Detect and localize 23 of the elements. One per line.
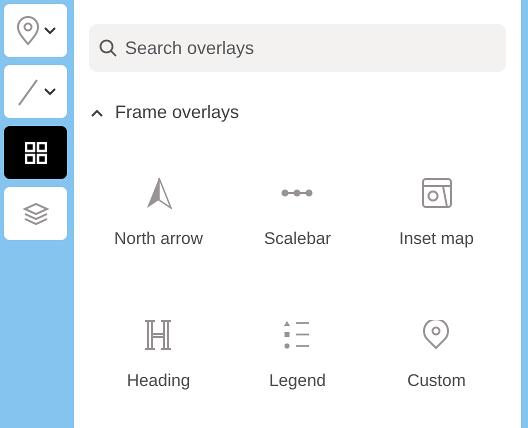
caret-icon: [44, 26, 56, 34]
overlay-item[interactable]: Custom: [407, 289, 466, 391]
line-icon: [16, 76, 40, 106]
overlay-item[interactable]: Legend: [269, 289, 326, 391]
caret-icon: [91, 108, 103, 116]
layers-icon: [22, 202, 48, 226]
overlay-item[interactable]: Inset map: [399, 147, 474, 249]
overlay-item[interactable]: Scalebar: [264, 147, 332, 249]
overlay-item[interactable]: Heading: [126, 289, 190, 391]
tool-button[interactable]: [4, 126, 67, 179]
legend-icon: [284, 320, 310, 350]
inset-map-icon: [420, 177, 452, 209]
grid-icon: [24, 142, 46, 164]
search-icon: [99, 39, 117, 57]
north-arrow-icon: [146, 177, 172, 209]
caret-icon: [44, 88, 56, 96]
map-pin-icon: [16, 16, 40, 46]
heading-icon: [143, 319, 174, 351]
search-field[interactable]: Search overlays: [89, 24, 506, 72]
overlay-item[interactable]: North arrow: [114, 147, 203, 249]
section-toggle[interactable]: Frame overlays: [89, 102, 240, 123]
scalebar-icon: [281, 188, 314, 198]
map-pin-icon: [423, 320, 450, 350]
